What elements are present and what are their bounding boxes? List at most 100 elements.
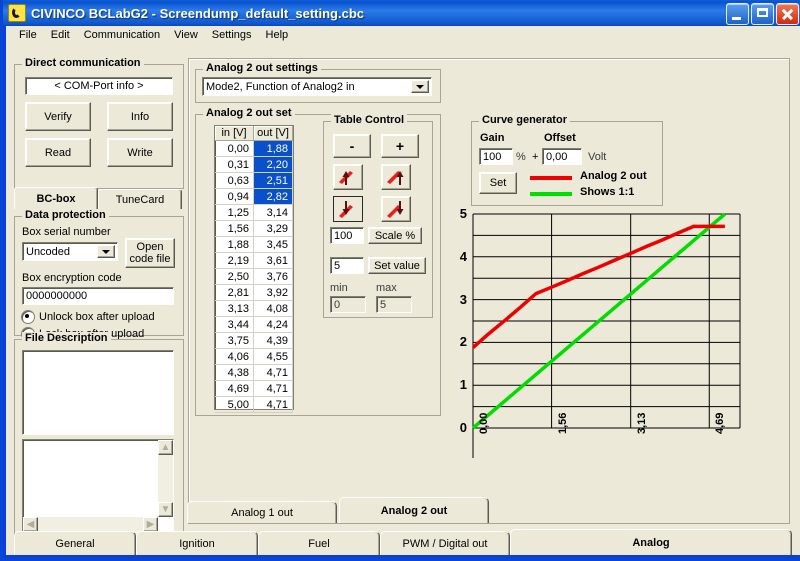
- cell-in[interactable]: 2,19: [215, 252, 254, 269]
- cell-in[interactable]: 4,69: [215, 380, 254, 397]
- slope-up-left-icon-button[interactable]: [333, 164, 363, 190]
- maximize-button[interactable]: [751, 3, 774, 25]
- table-row[interactable]: 3,75 4,39: [215, 332, 293, 349]
- tab-general[interactable]: General: [14, 531, 136, 555]
- table-row[interactable]: 4,69 4,71: [215, 380, 293, 397]
- write-button[interactable]: Write: [107, 138, 173, 167]
- table-row[interactable]: 1,88 3,45: [215, 236, 293, 253]
- cell-in[interactable]: 3,13: [215, 300, 254, 317]
- chevron-down-icon[interactable]: [411, 80, 429, 93]
- cell-out[interactable]: 4,71: [253, 364, 293, 381]
- table-row[interactable]: 1,56 3,29: [215, 220, 293, 237]
- minimize-button[interactable]: [726, 3, 749, 25]
- cell-in[interactable]: 1,56: [215, 220, 254, 237]
- tab-analog-2-out[interactable]: Analog 2 out: [339, 497, 489, 523]
- cell-in[interactable]: 1,25: [215, 204, 254, 221]
- scroll-down-button[interactable]: ▼: [158, 502, 173, 517]
- decrement-button[interactable]: -: [333, 134, 371, 158]
- cell-out[interactable]: 4,24: [253, 316, 293, 333]
- vertical-scrollbar[interactable]: ▲ ▼: [158, 440, 173, 517]
- file-description-textarea-bottom[interactable]: ▲ ▼ ◀ ▶: [22, 439, 174, 533]
- cell-out[interactable]: 2,20: [253, 156, 293, 173]
- table-row[interactable]: 0,00 1,88: [215, 140, 293, 157]
- offset-input[interactable]: 0,00: [542, 148, 582, 165]
- cell-in[interactable]: 0,31: [215, 156, 254, 173]
- verify-button[interactable]: Verify: [25, 102, 91, 131]
- cell-in[interactable]: 4,38: [215, 364, 254, 381]
- cell-in[interactable]: 2,81: [215, 284, 254, 301]
- cell-in[interactable]: 3,44: [215, 316, 254, 333]
- table-row[interactable]: 3,13 4,08: [215, 300, 293, 317]
- cell-in[interactable]: 0,94: [215, 188, 254, 205]
- tab-analog-1-out[interactable]: Analog 1 out: [187, 501, 337, 523]
- table-row[interactable]: 2,19 3,61: [215, 252, 293, 269]
- cell-out[interactable]: 2,82: [253, 188, 293, 205]
- radio-unlock-after-upload[interactable]: Unlock box after upload: [21, 310, 155, 324]
- menu-item-communication[interactable]: Communication: [77, 28, 167, 42]
- cell-in[interactable]: 1,88: [215, 236, 254, 253]
- cell-out[interactable]: 3,29: [253, 220, 293, 237]
- com-port-info-field[interactable]: < COM-Port info >: [25, 77, 173, 95]
- tab-bc-box[interactable]: BC-box: [14, 187, 98, 209]
- cell-in[interactable]: 4,06: [215, 348, 254, 365]
- slope-up-right-icon-button[interactable]: [381, 164, 411, 190]
- cell-out[interactable]: 2,51: [253, 172, 293, 189]
- cell-out[interactable]: 3,76: [253, 268, 293, 285]
- menu-item-view[interactable]: View: [167, 28, 205, 42]
- cell-out[interactable]: 3,92: [253, 284, 293, 301]
- cell-out[interactable]: 3,14: [253, 204, 293, 221]
- scroll-up-button[interactable]: ▲: [158, 440, 173, 455]
- table-row[interactable]: 0,94 2,82: [215, 188, 293, 205]
- tab-analog[interactable]: Analog: [510, 529, 792, 555]
- set-curve-button[interactable]: Set: [479, 172, 517, 194]
- table-row[interactable]: 4,06 4,55: [215, 348, 293, 365]
- cell-out[interactable]: 3,45: [253, 236, 293, 253]
- close-button[interactable]: [776, 3, 799, 25]
- slope-down-right-icon-button[interactable]: [381, 196, 411, 222]
- cell-out[interactable]: 4,71: [253, 380, 293, 397]
- cell-in[interactable]: 2,50: [215, 268, 254, 285]
- scale-percent-button[interactable]: Scale %: [368, 227, 422, 244]
- slope-down-left-icon-button[interactable]: [333, 196, 363, 222]
- cell-in[interactable]: 5,00: [215, 396, 254, 413]
- analog2-value-table[interactable]: in [V] out [V] 0,00 1,88 0,31 2,20 0,63 2,51 0…: [214, 125, 294, 413]
- table-row[interactable]: 4,38 4,71: [215, 364, 293, 381]
- table-row[interactable]: 5,00 4,71: [215, 396, 293, 413]
- open-code-file-button[interactable]: Open code file: [125, 238, 175, 268]
- cell-out[interactable]: 3,61: [253, 252, 293, 269]
- box-serial-number-select[interactable]: Uncoded: [22, 242, 118, 261]
- tab-tunecard[interactable]: TuneCard: [98, 189, 182, 209]
- cell-out[interactable]: 4,39: [253, 332, 293, 349]
- menu-item-file[interactable]: File: [12, 28, 44, 42]
- gain-input[interactable]: 100: [479, 148, 513, 165]
- table-row[interactable]: 0,31 2,20: [215, 156, 293, 173]
- tab-fuel[interactable]: Fuel: [258, 531, 380, 555]
- table-row[interactable]: 2,81 3,92: [215, 284, 293, 301]
- set-value-button[interactable]: Set value: [368, 257, 426, 274]
- cell-in[interactable]: 0,00: [215, 140, 254, 157]
- cell-out[interactable]: 4,08: [253, 300, 293, 317]
- info-button[interactable]: Info: [107, 102, 173, 131]
- cell-out[interactable]: 4,71: [253, 396, 293, 413]
- scale-percent-input[interactable]: 100: [330, 227, 364, 244]
- table-row[interactable]: 1,25 3,14: [215, 204, 293, 221]
- file-description-textarea-top[interactable]: [22, 350, 174, 435]
- cell-in[interactable]: 3,75: [215, 332, 254, 349]
- table-row[interactable]: 3,44 4,24: [215, 316, 293, 333]
- increment-button[interactable]: +: [381, 134, 419, 158]
- tab-ignition[interactable]: Ignition: [136, 531, 258, 555]
- table-row[interactable]: 0,63 2,51: [215, 172, 293, 189]
- cell-in[interactable]: 0,63: [215, 172, 254, 189]
- table-row[interactable]: 2,50 3,76: [215, 268, 293, 285]
- box-encryption-code-input[interactable]: 0000000000: [22, 287, 174, 305]
- cell-out[interactable]: 4,55: [253, 348, 293, 365]
- menu-item-settings[interactable]: Settings: [205, 28, 259, 42]
- chevron-down-icon[interactable]: [97, 245, 115, 258]
- mode-select[interactable]: Mode2, Function of Analog2 in: [202, 77, 432, 96]
- menu-item-help[interactable]: Help: [259, 28, 296, 42]
- menu-item-edit[interactable]: Edit: [44, 28, 77, 42]
- cell-out[interactable]: 1,88: [253, 140, 293, 157]
- read-button[interactable]: Read: [25, 138, 91, 167]
- set-value-input[interactable]: 5: [330, 257, 364, 274]
- tab-pwm-digital-out[interactable]: PWM / Digital out: [380, 531, 510, 555]
